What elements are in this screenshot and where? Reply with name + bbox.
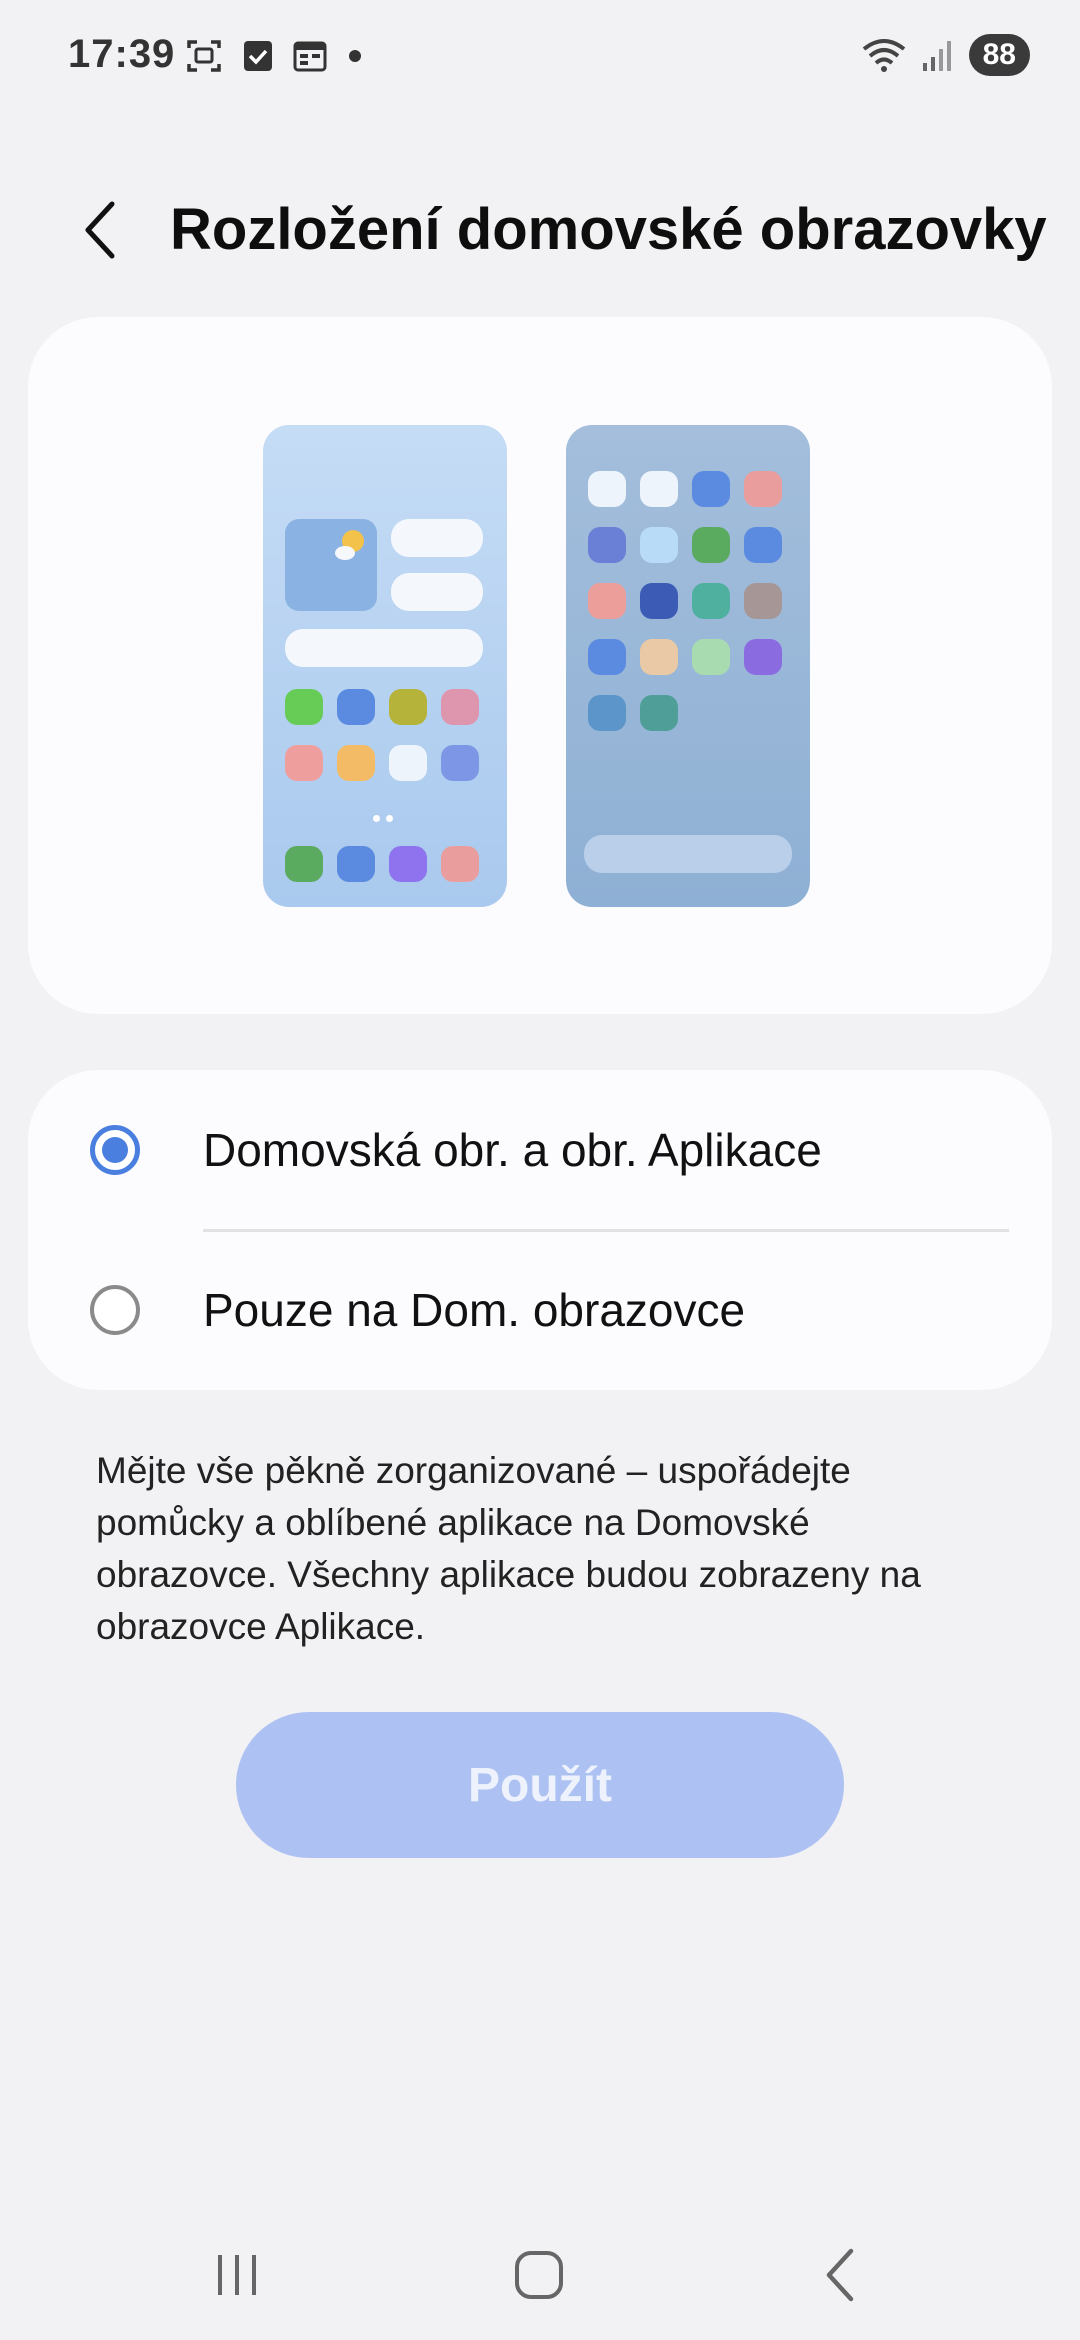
radio-unselected[interactable] <box>90 1285 140 1335</box>
status-right-icons: 88 <box>861 34 1030 76</box>
home-icon <box>515 2251 563 2299</box>
app-icon-placeholder <box>441 745 479 781</box>
app-icon-placeholder <box>744 471 782 507</box>
back-icon <box>826 2248 854 2302</box>
app-icon-placeholder <box>692 583 730 619</box>
widget-pill <box>391 519 483 557</box>
recents-button[interactable] <box>192 2240 282 2310</box>
app-icon-placeholder <box>640 695 678 731</box>
home-screen-preview <box>263 425 507 907</box>
weather-widget <box>285 519 377 611</box>
app-icon-placeholder <box>692 527 730 563</box>
app-icon-placeholder <box>389 689 427 725</box>
app-icon-placeholder <box>337 745 375 781</box>
app-icon-placeholder <box>692 471 730 507</box>
option-home-only[interactable]: Pouze na Dom. obrazovce <box>28 1230 1052 1390</box>
status-left-icons <box>185 38 363 74</box>
battery-icon: 88 <box>968 34 1030 76</box>
screenshot-icon <box>187 40 221 72</box>
layout-options-card: Domovská obr. a obr. Aplikace Pouze na D… <box>28 1070 1052 1390</box>
page-title: Rozložení domovské obrazovky <box>170 197 1047 262</box>
back-button[interactable] <box>70 198 130 262</box>
status-time: 17:39 <box>68 32 176 76</box>
status-bar: 17:39 88 <box>0 0 1080 120</box>
app-icon-placeholder <box>389 745 427 781</box>
app-icon-placeholder <box>588 471 626 507</box>
option-label: Pouze na Dom. obrazovce <box>203 1284 746 1336</box>
app-icon-placeholder <box>285 745 323 781</box>
app-icon-placeholder <box>588 527 626 563</box>
dot-icon <box>349 50 361 62</box>
app-icon-placeholder <box>441 689 479 725</box>
option-description: Mějte vše pěkně zorganizované – uspořáde… <box>96 1450 921 1647</box>
option-label: Domovská obr. a obr. Aplikace <box>203 1124 822 1176</box>
signal-icon <box>922 41 951 71</box>
page-indicator <box>373 815 393 822</box>
app-icon-placeholder <box>337 689 375 725</box>
app-icon-placeholder <box>441 846 479 882</box>
header: Rozložení domovské obrazovky <box>0 180 1080 280</box>
app-icon-placeholder <box>744 639 782 675</box>
recents-icon <box>218 2255 256 2295</box>
home-button[interactable] <box>494 2240 584 2310</box>
app-icon-placeholder <box>640 471 678 507</box>
calendar-icon <box>293 41 327 72</box>
app-icon-placeholder <box>285 846 323 882</box>
app-icon-placeholder <box>389 846 427 882</box>
apply-button[interactable]: Použít <box>236 1712 844 1858</box>
apps-screen-preview <box>566 425 810 907</box>
chevron-left-icon <box>85 201 115 259</box>
app-icon-placeholder <box>337 846 375 882</box>
nav-back-button[interactable] <box>796 2240 886 2310</box>
dock-pill <box>584 835 792 873</box>
app-icon-placeholder <box>588 639 626 675</box>
option-home-and-apps[interactable]: Domovská obr. a obr. Aplikace <box>28 1070 1052 1232</box>
app-icon-placeholder <box>744 583 782 619</box>
app-icon-placeholder <box>588 695 626 731</box>
app-icon-placeholder <box>692 639 730 675</box>
search-bar-pill <box>285 629 483 667</box>
layout-preview-card <box>28 317 1052 1014</box>
app-icon-placeholder <box>588 583 626 619</box>
app-icon-placeholder <box>640 527 678 563</box>
widget-pill <box>391 573 483 611</box>
wifi-icon <box>862 39 905 72</box>
radio-selected[interactable] <box>90 1125 140 1175</box>
checkbox-icon <box>244 41 272 71</box>
navigation-bar <box>0 2220 1080 2330</box>
weather-icon <box>335 530 364 560</box>
app-icon-placeholder <box>640 639 678 675</box>
app-icon-placeholder <box>744 527 782 563</box>
app-icon-placeholder <box>285 689 323 725</box>
app-icon-placeholder <box>640 583 678 619</box>
